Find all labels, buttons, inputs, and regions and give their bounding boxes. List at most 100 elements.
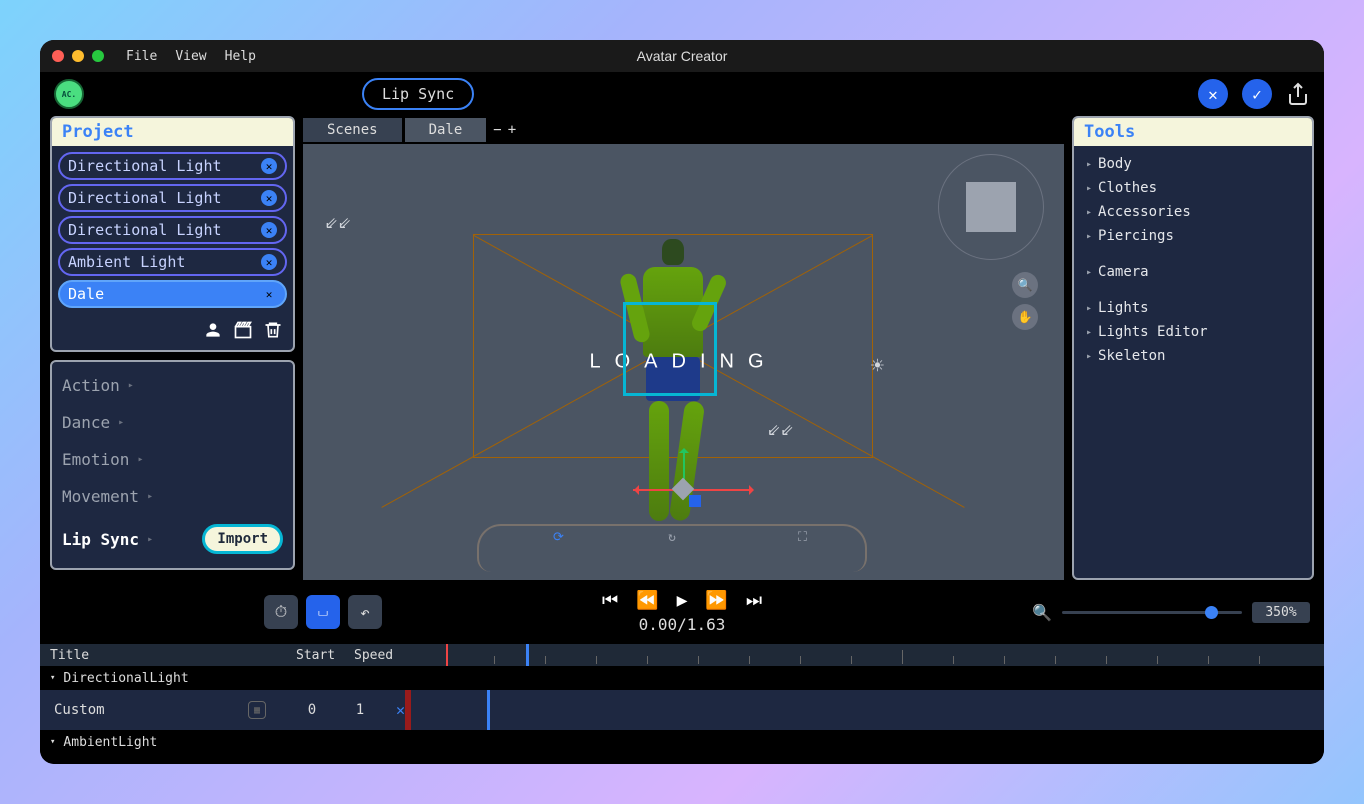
- timeline-track[interactable]: ▾ DirectionalLight: [40, 666, 1324, 690]
- viewport-3d[interactable]: LOADING 🔍 ✋ ☀: [303, 144, 1064, 580]
- timeline-region[interactable]: [405, 690, 1324, 730]
- tool-lights[interactable]: Lights: [1074, 296, 1312, 320]
- add-scene-button[interactable]: [231, 318, 255, 342]
- clip-speed-value[interactable]: 1: [336, 702, 384, 718]
- skip-end-button[interactable]: ⏭: [746, 590, 762, 611]
- clip-region[interactable]: [405, 690, 411, 730]
- zoom-slider[interactable]: [1062, 611, 1242, 614]
- tab-add-button[interactable]: +: [508, 122, 516, 138]
- gizmo-z-handle[interactable]: [689, 495, 701, 507]
- project-item-ambient-light[interactable]: Ambient Light ✕: [58, 248, 287, 276]
- tab-remove-button[interactable]: −: [493, 122, 501, 138]
- zoom-value[interactable]: 350%: [1252, 602, 1310, 623]
- delete-button[interactable]: [261, 318, 285, 342]
- tool-lights-editor[interactable]: Lights Editor: [1074, 320, 1312, 344]
- hand-icon: ✋: [1018, 310, 1033, 324]
- category-dance[interactable]: Dance ▸: [62, 413, 283, 432]
- import-button[interactable]: Import: [202, 524, 283, 554]
- close-window-button[interactable]: [52, 50, 64, 62]
- chevron-right-icon: ▸: [147, 491, 153, 502]
- menu-view[interactable]: View: [175, 49, 206, 64]
- category-action[interactable]: Action ▸: [62, 376, 283, 395]
- timeline-clip-row[interactable]: Custom ▦ 0 1 ✕: [40, 690, 1324, 730]
- remove-item-button[interactable]: ✕: [261, 158, 277, 174]
- remove-item-button[interactable]: ✕: [261, 286, 277, 302]
- zoom-slider-handle[interactable]: [1205, 606, 1218, 619]
- magnifier-icon: 🔍: [1032, 603, 1052, 622]
- timeline-col-title: Title: [40, 648, 286, 663]
- tool-skeleton[interactable]: Skeleton: [1074, 344, 1312, 368]
- category-emotion[interactable]: Emotion ▸: [62, 450, 283, 469]
- transform-gizmo[interactable]: [653, 449, 713, 509]
- project-item-directional-light[interactable]: Directional Light ✕: [58, 216, 287, 244]
- fast-forward-button[interactable]: ⏩: [705, 590, 727, 611]
- project-item-directional-light[interactable]: Directional Light ✕: [58, 184, 287, 212]
- menu-file[interactable]: File: [126, 49, 157, 64]
- expand-toggle[interactable]: ▾: [50, 673, 55, 683]
- skip-start-button[interactable]: ⏮: [602, 590, 618, 611]
- tab-dale[interactable]: Dale: [405, 118, 487, 142]
- clip-start-value[interactable]: 0: [288, 702, 336, 718]
- track-name: DirectionalLight: [63, 671, 188, 686]
- remove-item-button[interactable]: ✕: [261, 222, 277, 238]
- add-character-button[interactable]: [201, 318, 225, 342]
- viewport-ctrl-reset[interactable]: ↻: [668, 530, 676, 545]
- viewport-ctrl-fullscreen[interactable]: ⛶: [798, 530, 807, 545]
- category-lip-sync[interactable]: Lip Sync ▸ Import: [62, 524, 283, 554]
- viewport-zoom-button[interactable]: 🔍: [1012, 272, 1038, 298]
- remove-item-button[interactable]: ✕: [261, 254, 277, 270]
- tool-piercings[interactable]: Piercings: [1074, 224, 1312, 248]
- tool-camera[interactable]: Camera: [1074, 260, 1312, 284]
- remove-item-button[interactable]: ✕: [261, 190, 277, 206]
- category-movement[interactable]: Movement ▸: [62, 487, 283, 506]
- left-panel: Project Directional Light ✕ Directional …: [50, 116, 295, 580]
- project-item-dale[interactable]: Dale ✕: [58, 280, 287, 308]
- undo-icon: ↶: [360, 603, 370, 622]
- timeline-track[interactable]: ▾ AmbientLight: [40, 730, 1324, 754]
- app-badge[interactable]: AC.: [54, 79, 84, 109]
- project-item-label: Directional Light: [68, 157, 222, 175]
- tool-accessories[interactable]: Accessories: [1074, 200, 1312, 224]
- minimize-window-button[interactable]: [72, 50, 84, 62]
- stopwatch-icon: ⏱: [275, 602, 287, 622]
- navigation-cube[interactable]: [938, 154, 1044, 260]
- project-panel: Project Directional Light ✕ Directional …: [50, 116, 295, 352]
- mode-indicator-pill[interactable]: Lip Sync: [362, 78, 474, 110]
- timeline-marker-red[interactable]: [446, 644, 448, 666]
- viewport-pan-button[interactable]: ✋: [1012, 304, 1038, 330]
- expand-toggle[interactable]: ▾: [50, 737, 55, 747]
- category-label: Movement: [62, 487, 139, 506]
- snap-button[interactable]: ⏘: [306, 595, 340, 629]
- menu-bar: File View Help: [126, 49, 256, 64]
- timeline-playhead[interactable]: [487, 690, 490, 730]
- tool-body[interactable]: Body: [1074, 152, 1312, 176]
- rewind-button[interactable]: ⏪: [636, 590, 658, 611]
- sun-light-icon[interactable]: ☀: [871, 354, 884, 379]
- menu-help[interactable]: Help: [225, 49, 256, 64]
- viewport-ctrl-1[interactable]: ⟳: [553, 530, 564, 545]
- project-item-label: Directional Light: [68, 221, 222, 239]
- category-label: Action: [62, 376, 120, 395]
- tab-scenes[interactable]: Scenes: [303, 118, 402, 142]
- timer-button[interactable]: ⏱: [264, 595, 298, 629]
- clip-remove-button[interactable]: ✕: [396, 701, 405, 719]
- undo-button[interactable]: ↶: [348, 595, 382, 629]
- confirm-button[interactable]: ✓: [1242, 79, 1272, 109]
- tools-panel: Tools Body Clothes Accessories Piercings…: [1072, 116, 1314, 580]
- play-button[interactable]: ▶: [677, 590, 688, 611]
- share-button[interactable]: [1286, 82, 1310, 106]
- timeline-ruler[interactable]: [444, 644, 1324, 666]
- viewport-tabs: Scenes Dale − +: [303, 116, 1064, 144]
- person-icon: [203, 320, 223, 340]
- project-item-label: Ambient Light: [68, 253, 185, 271]
- nav-cube-face[interactable]: [966, 182, 1016, 232]
- project-item-directional-light[interactable]: Directional Light ✕: [58, 152, 287, 180]
- maximize-window-button[interactable]: [92, 50, 104, 62]
- magnifier-icon: 🔍: [1018, 278, 1033, 292]
- clip-toggle[interactable]: ▦: [248, 701, 266, 719]
- timeline-playhead[interactable]: [526, 644, 529, 666]
- tool-clothes[interactable]: Clothes: [1074, 176, 1312, 200]
- chevron-right-icon: ▸: [128, 380, 134, 391]
- cancel-button[interactable]: ✕: [1198, 79, 1228, 109]
- timeline: Title Start Speed ▾ DirectionalLight Cus…: [40, 644, 1324, 764]
